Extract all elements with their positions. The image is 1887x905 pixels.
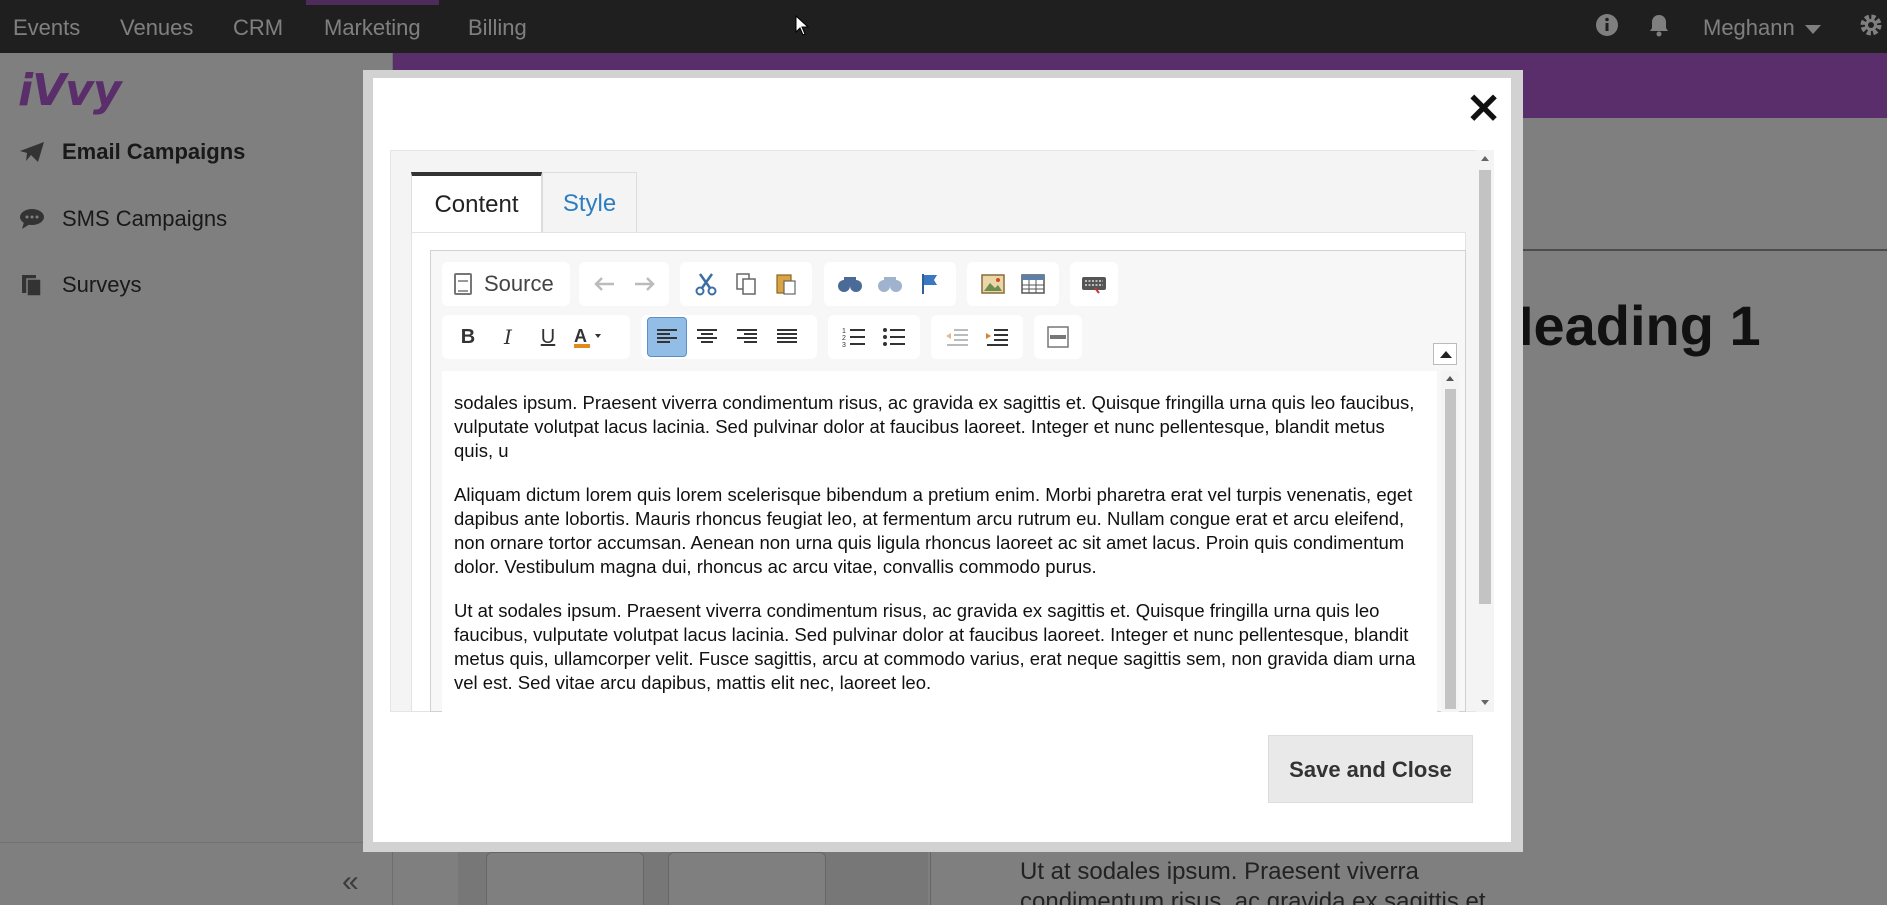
modal-scrollbar[interactable] [1476, 150, 1494, 712]
close-icon[interactable]: ✕ [1466, 88, 1501, 130]
bulleted-list-icon[interactable] [874, 317, 914, 357]
image-icon[interactable] [973, 264, 1013, 304]
cut-icon[interactable] [686, 264, 726, 304]
align-left-icon[interactable] [647, 317, 687, 357]
toolbar-group-blocks [1034, 315, 1082, 359]
toolbar-group-alignment [641, 315, 817, 359]
editor-content[interactable]: sodales ipsum. Praesent viverra condimen… [442, 371, 1437, 712]
scrollbar-thumb[interactable] [1479, 170, 1491, 604]
content-paragraph: Ut at sodales ipsum. Praesent viverra co… [454, 600, 1416, 693]
toolbar-group-history [579, 262, 669, 306]
tab-content[interactable]: Content [411, 172, 542, 233]
find-icon[interactable] [830, 264, 870, 304]
save-and-close-button[interactable]: Save and Close [1268, 735, 1473, 803]
document-icon [454, 273, 472, 295]
scroll-to-top-button[interactable] [1433, 343, 1457, 365]
svg-text:3: 3 [842, 342, 846, 348]
keyboard-icon[interactable] [1076, 264, 1112, 304]
numbered-list-icon[interactable]: 123 [834, 317, 874, 357]
toolbar-group-indent [931, 315, 1023, 359]
table-icon[interactable] [1013, 264, 1053, 304]
paste-icon[interactable] [766, 264, 806, 304]
toolbar-group-document: Source [442, 262, 570, 306]
replace-icon[interactable] [870, 264, 910, 304]
underline-icon[interactable]: U [528, 317, 568, 357]
mouse-cursor-icon [795, 15, 809, 37]
toolbar-group-basic-styles: B I U A [442, 315, 630, 359]
source-button[interactable]: Source [448, 264, 560, 304]
scroll-down-icon[interactable] [1481, 700, 1489, 705]
svg-text:2: 2 [842, 335, 846, 342]
indent-icon[interactable] [977, 317, 1017, 357]
redo-icon[interactable] [624, 264, 663, 304]
toolbar-group-lists: 123 [828, 315, 920, 359]
tab-style[interactable]: Style [542, 172, 637, 233]
text-color-icon[interactable]: A [568, 317, 608, 357]
align-right-icon[interactable] [727, 317, 767, 357]
toolbar-group-special [1070, 262, 1118, 306]
bold-icon[interactable]: B [448, 317, 488, 357]
toolbar-group-clipboard [680, 262, 812, 306]
horizontal-rule-icon[interactable] [1040, 317, 1076, 357]
scroll-up-icon[interactable] [1446, 376, 1454, 381]
copy-icon[interactable] [726, 264, 766, 304]
scroll-up-icon[interactable] [1481, 156, 1489, 161]
source-label: Source [484, 271, 554, 296]
svg-text:A: A [574, 326, 587, 346]
scrollbar-thumb[interactable] [1445, 389, 1456, 709]
align-center-icon[interactable] [687, 317, 727, 357]
editor-scrollbar[interactable] [1441, 371, 1459, 712]
italic-icon[interactable]: I [488, 317, 528, 357]
svg-text:1: 1 [842, 328, 846, 335]
content-paragraph: sodales ipsum. Praesent viverra condimen… [454, 392, 1415, 461]
justify-icon[interactable] [767, 317, 807, 357]
content-paragraph: Aliquam dictum lorem quis lorem sceleris… [454, 484, 1413, 577]
toolbar-group-insert [967, 262, 1059, 306]
outdent-icon[interactable] [937, 317, 977, 357]
toolbar-group-editing [824, 262, 956, 306]
anchor-flag-icon[interactable] [910, 264, 950, 304]
undo-icon[interactable] [585, 264, 624, 304]
